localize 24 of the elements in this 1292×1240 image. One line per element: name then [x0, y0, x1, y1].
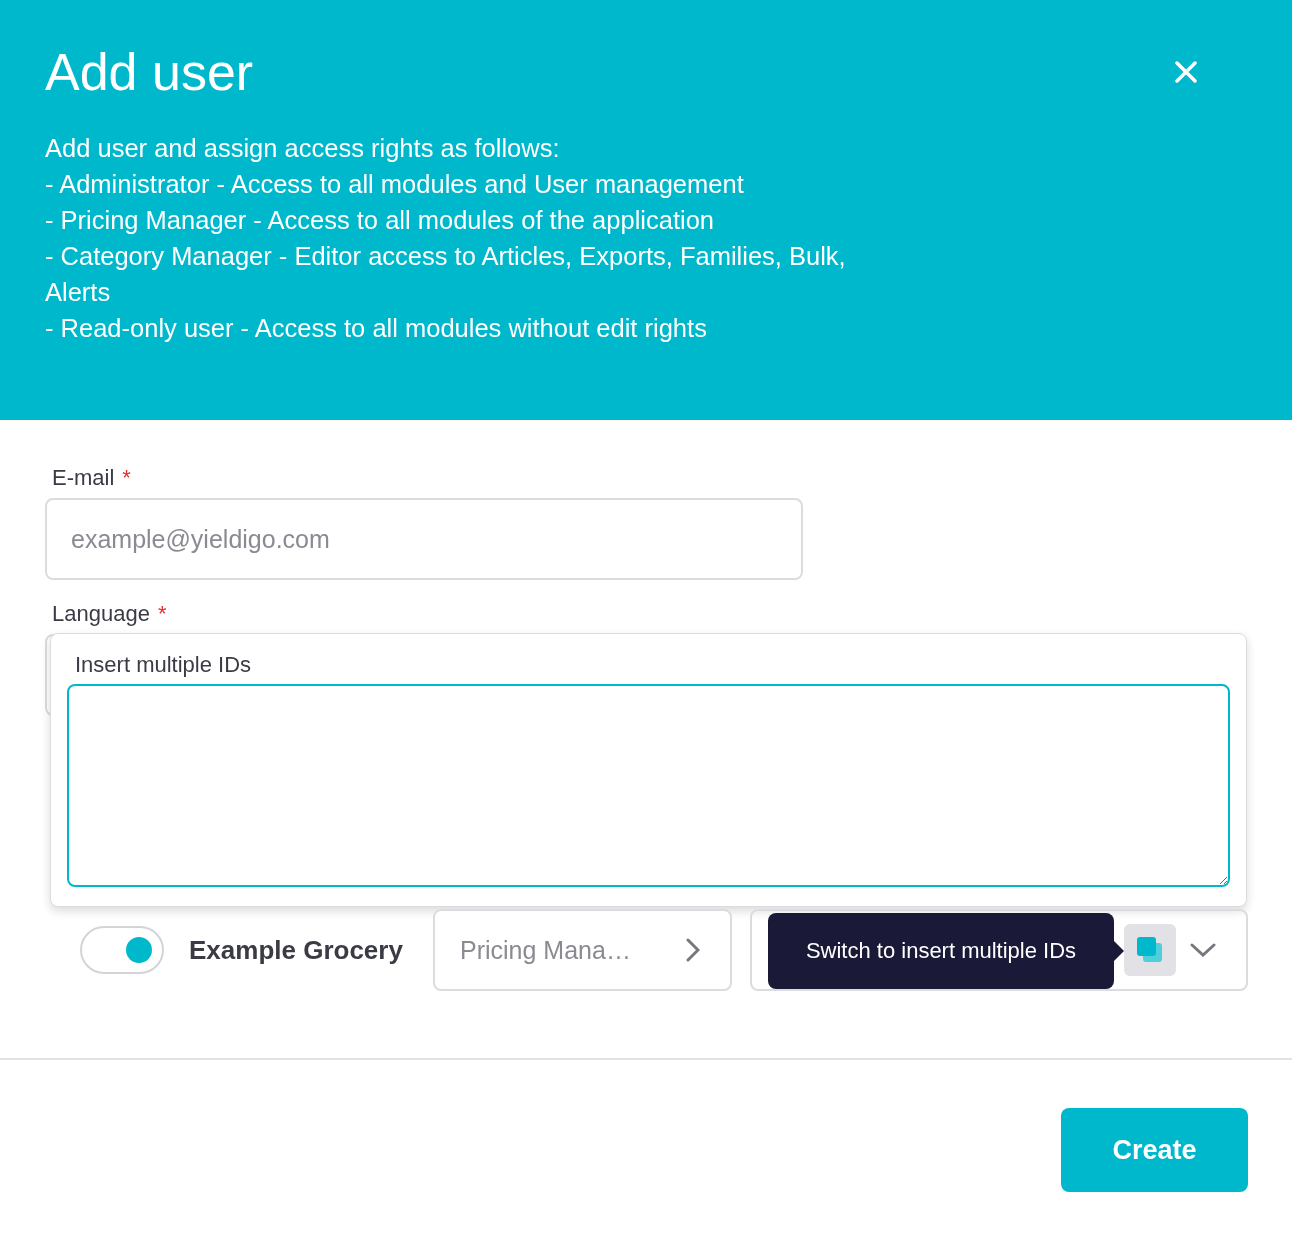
- description-line: - Read-only user - Access to all modules without edit rights: [45, 313, 708, 344]
- role-select[interactable]: Pricing Mana…: [433, 909, 732, 991]
- required-mark: *: [122, 464, 131, 492]
- create-button[interactable]: Create: [1061, 1108, 1248, 1192]
- squares-icon: [1136, 936, 1164, 964]
- dialog-title: Add user: [45, 42, 254, 103]
- required-mark: *: [157, 600, 167, 628]
- field-label: Language: [52, 600, 150, 628]
- ids-input-field[interactable]: [67, 684, 1230, 887]
- description-line: - Administrator - Access to all modules and User management: [45, 169, 745, 200]
- description-line: - Pricing Manager - Access to all modules of the application: [45, 205, 715, 236]
- close-button[interactable]: [1175, 61, 1197, 83]
- category-field[interactable]: Switch to insert multiple IDs: [750, 909, 1248, 991]
- field-label: E-mail: [52, 464, 115, 492]
- multiple-ids-button[interactable]: [1124, 924, 1176, 976]
- popup-label: Insert multiple IDs: [74, 651, 253, 679]
- description-line: Add user and assign access rights as follows:: [45, 133, 561, 164]
- email-field[interactable]: example@yieldigo.com: [45, 498, 803, 580]
- account-name: Example Grocery: [189, 934, 404, 966]
- description-line: - Category Manager - Editor access to Articles, Exports, Families, Bulk, Alerts: [45, 241, 847, 308]
- chevron-right-icon: [686, 938, 700, 962]
- dropdown-icon[interactable]: [1190, 943, 1216, 957]
- tooltip: Switch to insert multiple IDs: [768, 913, 1124, 989]
- toggle-switch[interactable]: [80, 926, 164, 974]
